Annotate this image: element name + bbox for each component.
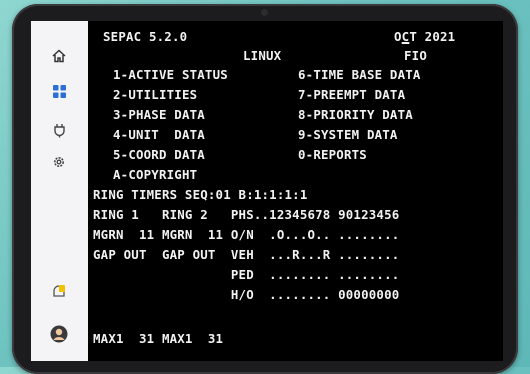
os-label: LINUX [243,48,282,63]
status-row-ho: H/O ........ 00000000 [93,287,400,302]
menu-item-4[interactable]: 4-UNIT DATA [113,128,205,142]
menu-item-7[interactable]: 7-PREEMPT DATA [298,88,405,102]
terminal-screen[interactable]: SEPAC 5.2.0 OCT 2021 LINUX FIO 1-ACTIVE … [88,21,503,361]
menu-item-5[interactable]: 5-COORD DATA [113,148,205,162]
notification-icon[interactable] [48,281,70,303]
date-text: OCT 2021 [394,29,456,44]
home-icon[interactable] [48,45,70,67]
front-camera [261,9,268,16]
status-row-veh: GAP OUT GAP OUT VEH ...R...R ........ [93,247,400,262]
menu-item-a[interactable]: A-COPYRIGHT [113,168,197,182]
status-row-on: MGRN 11 MGRN 11 O/N .O...O.. ........ [93,227,400,242]
ring-timers-header: RING TIMERS SEQ:01 B:1:1:1:1 [93,187,308,202]
version-text: SEPAC 5.2.0 [103,29,188,44]
apps-grid-icon[interactable] [48,80,70,102]
menu-item-1[interactable]: 1-ACTIVE STATUS [113,68,228,82]
status-row-phases: RING 1 RING 2 PHS..12345678 90123456 [93,207,400,222]
cursor: C [401,29,410,44]
user-avatar-icon[interactable] [48,323,70,345]
status-row-ped: PED ........ ........ [93,267,400,282]
max-timers-row: MAX1 31 MAX1 31 [93,331,224,346]
menu-item-3[interactable]: 3-PHASE DATA [113,108,205,122]
menu-item-8[interactable]: 8-PRIORITY DATA [298,108,413,122]
fio-label: FIO [404,48,427,63]
menu-item-0[interactable]: 0-REPORTS [298,148,367,162]
tablet-frame: SEPAC 5.2.0 OCT 2021 LINUX FIO 1-ACTIVE … [12,4,518,374]
app-sidebar [31,21,89,361]
menu-item-6[interactable]: 6-TIME BASE DATA [298,68,421,82]
gear-icon[interactable] [48,151,70,173]
menu-item-9[interactable]: 9-SYSTEM DATA [298,128,398,142]
menu-item-2[interactable]: 2-UTILITIES [113,88,197,102]
tablet-screen: SEPAC 5.2.0 OCT 2021 LINUX FIO 1-ACTIVE … [31,21,503,361]
plugin-icon[interactable] [48,119,70,141]
